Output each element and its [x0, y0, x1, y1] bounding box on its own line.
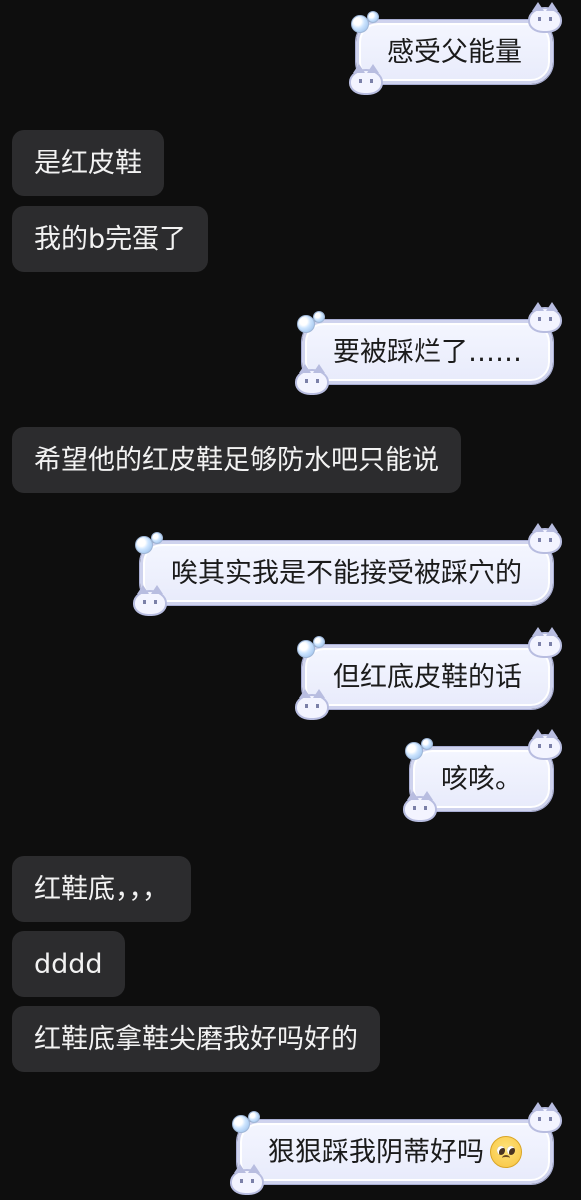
- message-text: 是红皮鞋: [34, 147, 142, 179]
- cat-face-icon: [528, 729, 562, 760]
- message-text: 红鞋底，，，: [34, 873, 169, 905]
- message-text: 但红底皮鞋的话: [333, 661, 522, 693]
- message-text: 要被踩烂了……: [333, 336, 522, 368]
- cat-face-icon: [230, 1164, 264, 1195]
- message-text: dddd: [34, 948, 103, 980]
- cat-face-icon: [133, 585, 167, 616]
- bubble-decoration-icon: [151, 532, 163, 544]
- message-text: 红鞋底拿鞋尖磨我好吗好的: [34, 1023, 358, 1055]
- bubble-decoration-icon: [421, 738, 433, 750]
- cat-face-icon: [295, 364, 329, 395]
- bubble-decoration-icon: [313, 311, 325, 323]
- cat-face-icon: [528, 2, 562, 33]
- incoming-message-bubble[interactable]: dddd: [12, 931, 125, 997]
- cat-face-icon: [403, 791, 437, 822]
- cat-face-icon: [349, 64, 383, 95]
- bubble-decoration-icon: [248, 1111, 260, 1123]
- cat-face-icon: [295, 689, 329, 720]
- message-text: 狠狠踩我阴蒂好吗: [268, 1136, 484, 1168]
- bubble-decoration-icon: [313, 636, 325, 648]
- outgoing-message-bubble[interactable]: 唉其实我是不能接受被踩穴的: [133, 523, 562, 616]
- message-text: 希望他的红皮鞋足够防水吧只能说: [34, 444, 439, 476]
- message-text: 唉其实我是不能接受被踩穴的: [171, 557, 522, 589]
- cat-face-icon: [528, 523, 562, 554]
- outgoing-message-bubble[interactable]: 狠狠踩我阴蒂好吗: [230, 1102, 562, 1195]
- incoming-message-bubble[interactable]: 希望他的红皮鞋足够防水吧只能说: [12, 427, 461, 493]
- incoming-message-bubble[interactable]: 是红皮鞋: [12, 130, 164, 196]
- chat-thread: 感受父能量 是红皮鞋 我的b完蛋了 要被踩烂了…… 希望他的红皮鞋足够防水吧只能…: [0, 0, 581, 1200]
- outgoing-message-bubble[interactable]: 感受父能量: [349, 2, 562, 95]
- pleading-face-emoji-icon: [490, 1136, 522, 1168]
- incoming-message-bubble[interactable]: 红鞋底拿鞋尖磨我好吗好的: [12, 1006, 380, 1072]
- bubble-decoration-icon: [367, 11, 379, 23]
- cat-face-icon: [528, 302, 562, 333]
- message-text: 感受父能量: [387, 36, 522, 68]
- message-text: 我的b完蛋了: [34, 223, 187, 255]
- message-text: 咳咳。: [441, 763, 522, 795]
- cat-face-icon: [528, 1102, 562, 1133]
- cat-face-icon: [528, 627, 562, 658]
- outgoing-message-bubble[interactable]: 但红底皮鞋的话: [295, 627, 562, 720]
- incoming-message-bubble[interactable]: 红鞋底，，，: [12, 856, 191, 922]
- incoming-message-bubble[interactable]: 我的b完蛋了: [12, 206, 209, 272]
- outgoing-message-bubble[interactable]: 要被踩烂了……: [295, 302, 562, 395]
- outgoing-message-bubble[interactable]: 咳咳。: [403, 729, 562, 822]
